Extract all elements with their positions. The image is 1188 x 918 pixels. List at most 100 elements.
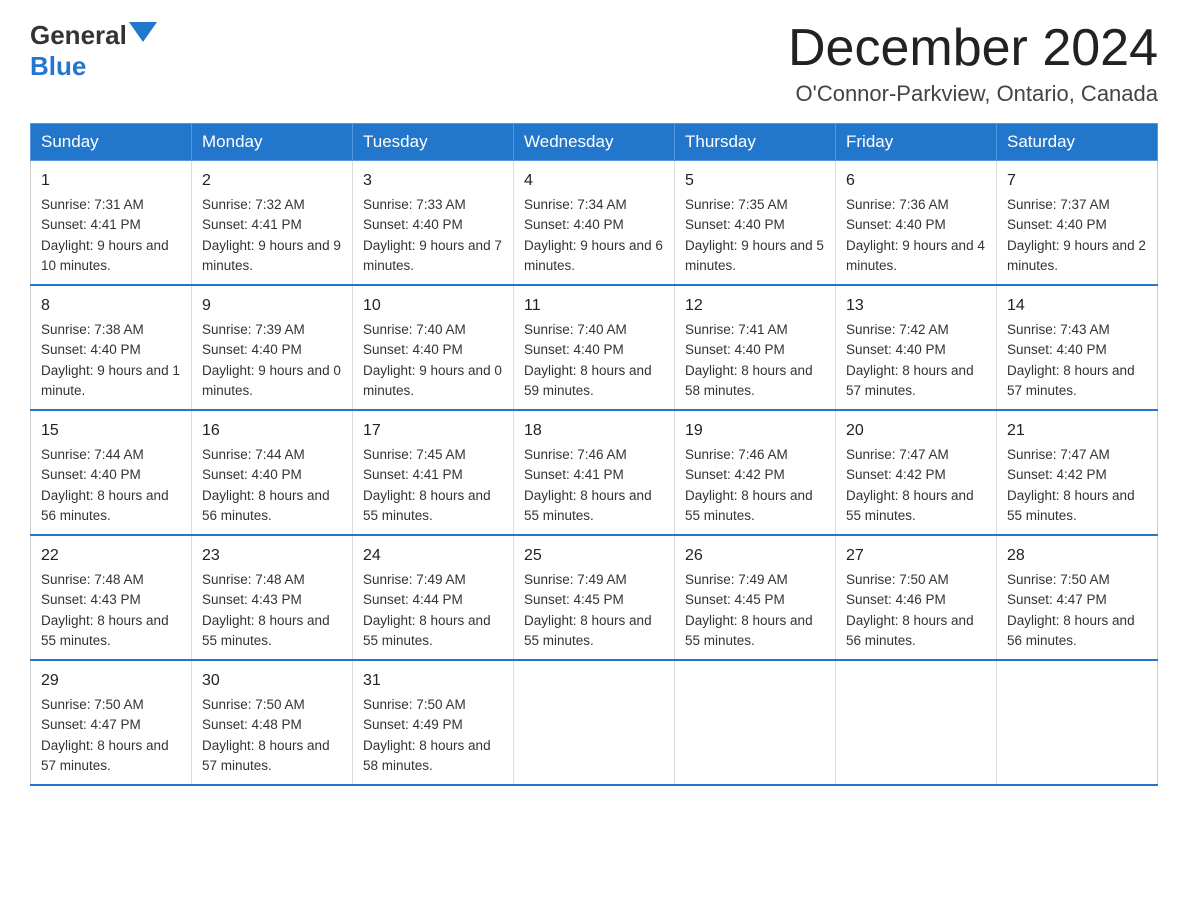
calendar-cell xyxy=(997,660,1158,785)
calendar-cell: 2 Sunrise: 7:32 AMSunset: 4:41 PMDaylight… xyxy=(192,161,353,286)
calendar-cell: 29 Sunrise: 7:50 AMSunset: 4:47 PMDayligh… xyxy=(31,660,192,785)
day-info: Sunrise: 7:46 AMSunset: 4:41 PMDaylight:… xyxy=(524,447,652,523)
calendar-cell: 20 Sunrise: 7:47 AMSunset: 4:42 PMDayligh… xyxy=(836,410,997,535)
calendar-cell: 13Sunrise: 7:42 AMSunset: 4:40 PMDayligh… xyxy=(836,285,997,410)
day-number: 4 xyxy=(524,169,664,193)
calendar-cell: 9 Sunrise: 7:39 AMSunset: 4:40 PMDaylight… xyxy=(192,285,353,410)
calendar-cell: 16 Sunrise: 7:44 AMSunset: 4:40 PMDayligh… xyxy=(192,410,353,535)
day-number: 11 xyxy=(524,294,664,318)
calendar-week-row: 8 Sunrise: 7:38 AMSunset: 4:40 PMDaylight… xyxy=(31,285,1158,410)
day-number: 3 xyxy=(363,169,503,193)
day-number: 14 xyxy=(1007,294,1147,318)
page-header: General Blue December 2024 O'Connor-Park… xyxy=(30,20,1158,107)
day-info: Sunrise: 7:42 AMSunset: 4:40 PMDaylight:… xyxy=(846,322,974,398)
day-number: 28 xyxy=(1007,544,1147,568)
day-info: Sunrise: 7:39 AMSunset: 4:40 PMDaylight:… xyxy=(202,322,341,398)
day-number: 27 xyxy=(846,544,986,568)
day-info: Sunrise: 7:43 AMSunset: 4:40 PMDaylight:… xyxy=(1007,322,1135,398)
calendar-week-row: 1Sunrise: 7:31 AMSunset: 4:41 PMDaylight… xyxy=(31,161,1158,286)
calendar-cell: 31 Sunrise: 7:50 AMSunset: 4:49 PMDayligh… xyxy=(353,660,514,785)
day-info: Sunrise: 7:41 AMSunset: 4:40 PMDaylight:… xyxy=(685,322,813,398)
calendar-cell: 14 Sunrise: 7:43 AMSunset: 4:40 PMDayligh… xyxy=(997,285,1158,410)
day-info: Sunrise: 7:49 AMSunset: 4:45 PMDaylight:… xyxy=(685,572,813,648)
day-number: 1 xyxy=(41,169,181,193)
calendar-cell: 19 Sunrise: 7:46 AMSunset: 4:42 PMDayligh… xyxy=(675,410,836,535)
calendar-cell: 4Sunrise: 7:34 AMSunset: 4:40 PMDaylight… xyxy=(514,161,675,286)
calendar-cell: 10 Sunrise: 7:40 AMSunset: 4:40 PMDayligh… xyxy=(353,285,514,410)
header-tuesday: Tuesday xyxy=(353,124,514,161)
calendar-cell: 1Sunrise: 7:31 AMSunset: 4:41 PMDaylight… xyxy=(31,161,192,286)
day-info: Sunrise: 7:44 AMSunset: 4:40 PMDaylight:… xyxy=(202,447,330,523)
day-number: 26 xyxy=(685,544,825,568)
day-number: 7 xyxy=(1007,169,1147,193)
day-number: 9 xyxy=(202,294,342,318)
header-wednesday: Wednesday xyxy=(514,124,675,161)
header-friday: Friday xyxy=(836,124,997,161)
calendar-cell: 15 Sunrise: 7:44 AMSunset: 4:40 PMDayligh… xyxy=(31,410,192,535)
calendar-cell: 7Sunrise: 7:37 AMSunset: 4:40 PMDaylight… xyxy=(997,161,1158,286)
day-info: Sunrise: 7:38 AMSunset: 4:40 PMDaylight:… xyxy=(41,322,180,398)
month-title: December 2024 xyxy=(788,20,1158,77)
day-number: 23 xyxy=(202,544,342,568)
calendar-cell: 3Sunrise: 7:33 AMSunset: 4:40 PMDaylight… xyxy=(353,161,514,286)
calendar-cell: 6Sunrise: 7:36 AMSunset: 4:40 PMDaylight… xyxy=(836,161,997,286)
calendar-cell: 22 Sunrise: 7:48 AMSunset: 4:43 PMDayligh… xyxy=(31,535,192,660)
day-number: 17 xyxy=(363,419,503,443)
day-number: 21 xyxy=(1007,419,1147,443)
day-number: 20 xyxy=(846,419,986,443)
day-number: 18 xyxy=(524,419,664,443)
day-info: Sunrise: 7:49 AMSunset: 4:44 PMDaylight:… xyxy=(363,572,491,648)
calendar-cell: 24 Sunrise: 7:49 AMSunset: 4:44 PMDayligh… xyxy=(353,535,514,660)
day-number: 29 xyxy=(41,669,181,693)
day-number: 8 xyxy=(41,294,181,318)
day-info: Sunrise: 7:44 AMSunset: 4:40 PMDaylight:… xyxy=(41,447,169,523)
header-thursday: Thursday xyxy=(675,124,836,161)
calendar-cell: 8 Sunrise: 7:38 AMSunset: 4:40 PMDaylight… xyxy=(31,285,192,410)
day-number: 10 xyxy=(363,294,503,318)
logo-triangle-icon xyxy=(129,22,157,44)
day-number: 22 xyxy=(41,544,181,568)
calendar-cell xyxy=(675,660,836,785)
calendar-cell xyxy=(836,660,997,785)
day-number: 25 xyxy=(524,544,664,568)
day-info: Sunrise: 7:35 AMSunset: 4:40 PMDaylight:… xyxy=(685,197,824,273)
calendar-cell: 26 Sunrise: 7:49 AMSunset: 4:45 PMDayligh… xyxy=(675,535,836,660)
day-number: 19 xyxy=(685,419,825,443)
calendar-cell: 25 Sunrise: 7:49 AMSunset: 4:45 PMDayligh… xyxy=(514,535,675,660)
calendar-cell: 18 Sunrise: 7:46 AMSunset: 4:41 PMDayligh… xyxy=(514,410,675,535)
day-number: 16 xyxy=(202,419,342,443)
day-info: Sunrise: 7:47 AMSunset: 4:42 PMDaylight:… xyxy=(846,447,974,523)
day-info: Sunrise: 7:49 AMSunset: 4:45 PMDaylight:… xyxy=(524,572,652,648)
title-area: December 2024 O'Connor-Parkview, Ontario… xyxy=(788,20,1158,107)
calendar-week-row: 15 Sunrise: 7:44 AMSunset: 4:40 PMDayligh… xyxy=(31,410,1158,535)
calendar-cell: 28 Sunrise: 7:50 AMSunset: 4:47 PMDayligh… xyxy=(997,535,1158,660)
day-info: Sunrise: 7:36 AMSunset: 4:40 PMDaylight:… xyxy=(846,197,985,273)
day-number: 24 xyxy=(363,544,503,568)
day-info: Sunrise: 7:40 AMSunset: 4:40 PMDaylight:… xyxy=(524,322,652,398)
calendar-cell: 11 Sunrise: 7:40 AMSunset: 4:40 PMDayligh… xyxy=(514,285,675,410)
day-number: 15 xyxy=(41,419,181,443)
day-number: 30 xyxy=(202,669,342,693)
logo-blue-text: Blue xyxy=(30,51,86,81)
day-info: Sunrise: 7:48 AMSunset: 4:43 PMDaylight:… xyxy=(202,572,330,648)
calendar-cell: 30 Sunrise: 7:50 AMSunset: 4:48 PMDayligh… xyxy=(192,660,353,785)
day-info: Sunrise: 7:50 AMSunset: 4:49 PMDaylight:… xyxy=(363,697,491,773)
day-info: Sunrise: 7:46 AMSunset: 4:42 PMDaylight:… xyxy=(685,447,813,523)
day-info: Sunrise: 7:32 AMSunset: 4:41 PMDaylight:… xyxy=(202,197,341,273)
logo: General Blue xyxy=(30,20,157,82)
day-info: Sunrise: 7:45 AMSunset: 4:41 PMDaylight:… xyxy=(363,447,491,523)
day-number: 2 xyxy=(202,169,342,193)
day-info: Sunrise: 7:48 AMSunset: 4:43 PMDaylight:… xyxy=(41,572,169,648)
calendar-cell: 21Sunrise: 7:47 AMSunset: 4:42 PMDayligh… xyxy=(997,410,1158,535)
calendar-cell: 12Sunrise: 7:41 AMSunset: 4:40 PMDayligh… xyxy=(675,285,836,410)
calendar-cell: 23 Sunrise: 7:48 AMSunset: 4:43 PMDayligh… xyxy=(192,535,353,660)
day-number: 31 xyxy=(363,669,503,693)
calendar-cell: 17 Sunrise: 7:45 AMSunset: 4:41 PMDayligh… xyxy=(353,410,514,535)
day-info: Sunrise: 7:40 AMSunset: 4:40 PMDaylight:… xyxy=(363,322,502,398)
calendar-cell xyxy=(514,660,675,785)
day-info: Sunrise: 7:50 AMSunset: 4:47 PMDaylight:… xyxy=(1007,572,1135,648)
day-info: Sunrise: 7:50 AMSunset: 4:48 PMDaylight:… xyxy=(202,697,330,773)
day-info: Sunrise: 7:50 AMSunset: 4:46 PMDaylight:… xyxy=(846,572,974,648)
header-saturday: Saturday xyxy=(997,124,1158,161)
day-info: Sunrise: 7:50 AMSunset: 4:47 PMDaylight:… xyxy=(41,697,169,773)
